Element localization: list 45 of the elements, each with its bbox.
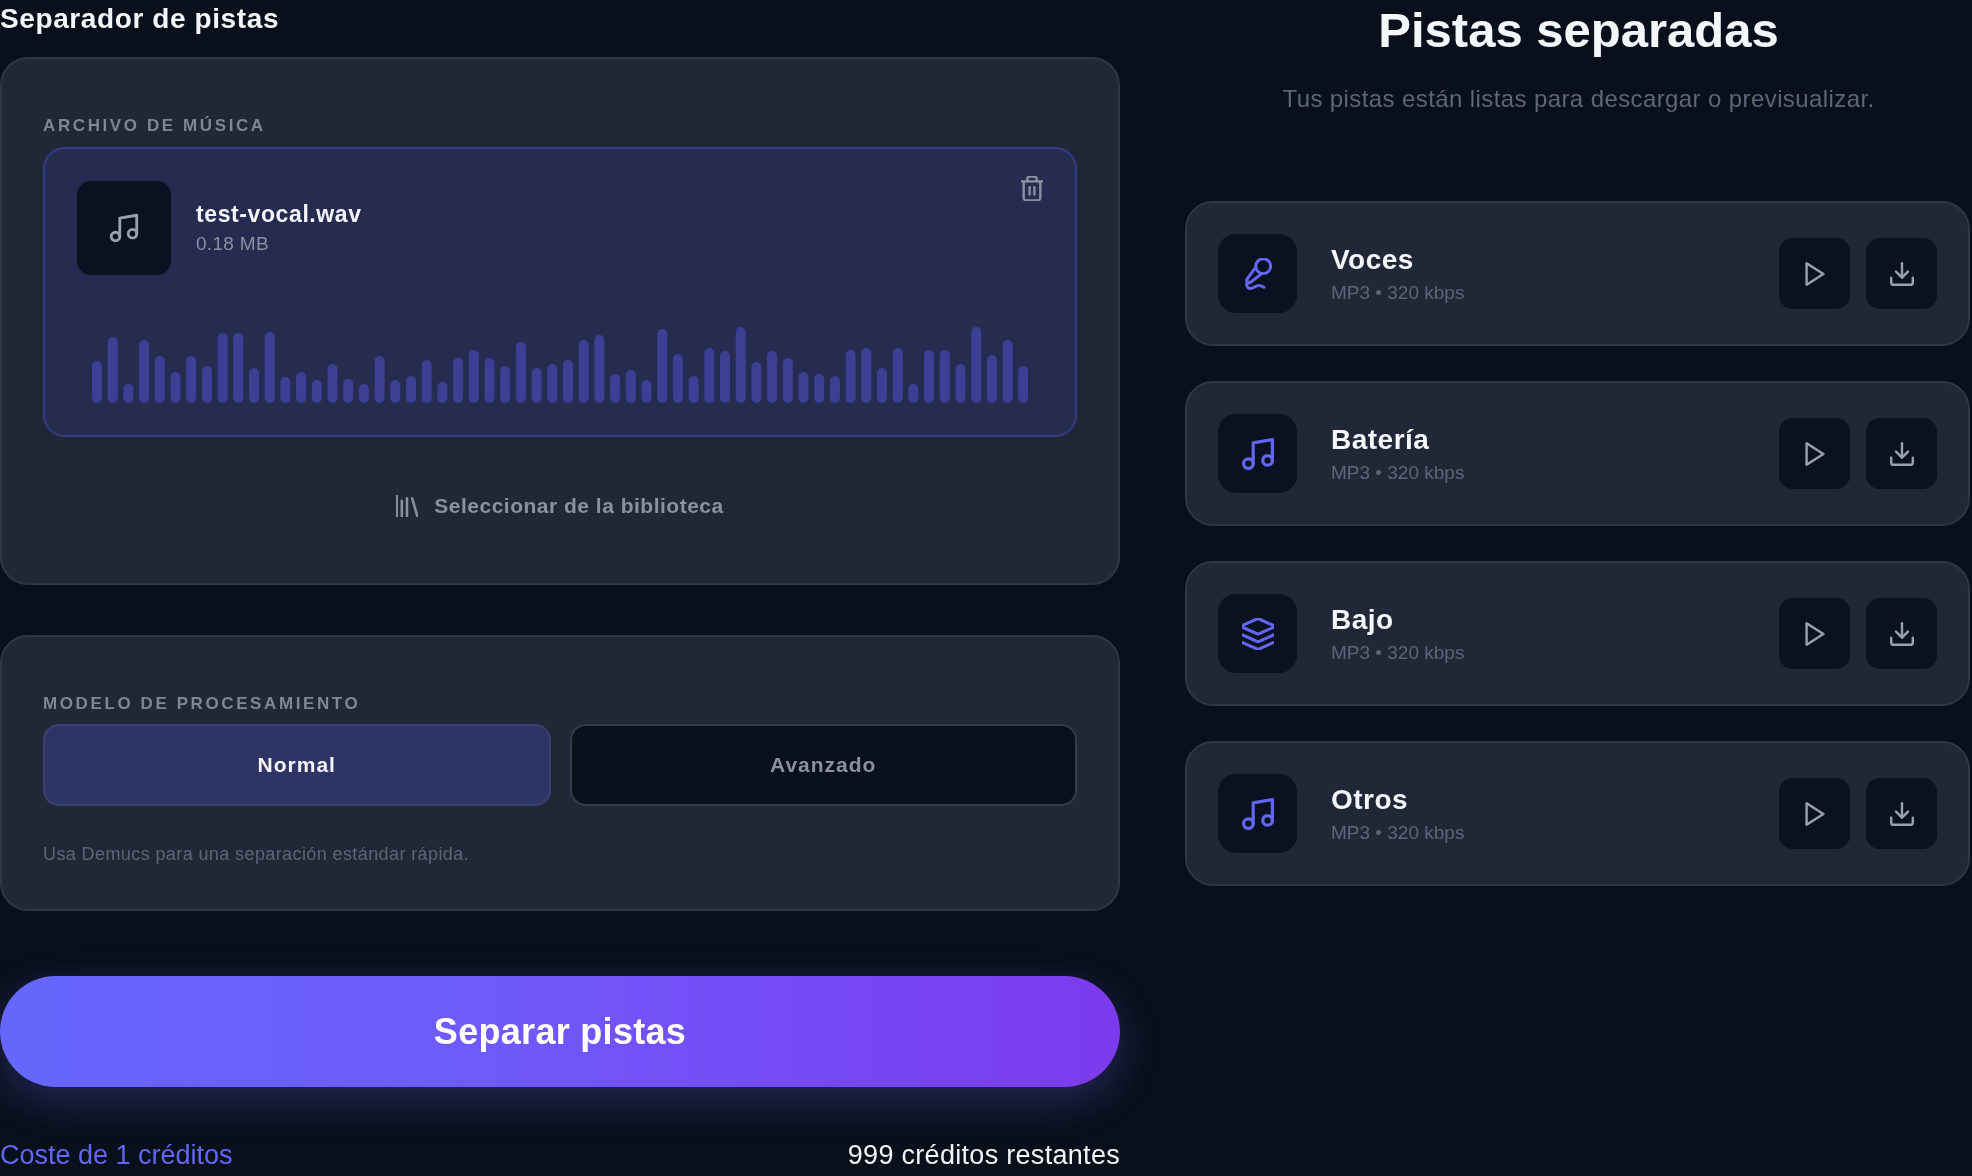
library-icon xyxy=(396,495,419,517)
download-icon xyxy=(1889,441,1914,466)
trash-icon[interactable] xyxy=(1021,176,1043,201)
track-name: Batería xyxy=(1331,422,1431,457)
layers-icon xyxy=(1218,594,1297,673)
download-button[interactable] xyxy=(1866,238,1937,309)
download-button[interactable] xyxy=(1866,778,1937,849)
track-name: Voces xyxy=(1331,242,1415,277)
play-button[interactable] xyxy=(1779,238,1850,309)
play-button[interactable] xyxy=(1779,598,1850,669)
play-icon xyxy=(1802,261,1827,286)
download-button[interactable] xyxy=(1866,598,1937,669)
play-button[interactable] xyxy=(1779,418,1850,489)
results-subtitle: Tus pistas están listas para descargar o previsualizar. xyxy=(1281,84,1876,114)
music-note-icon xyxy=(1218,774,1297,853)
track-format: MP3 • 320 kbps xyxy=(1331,820,1466,845)
play-button[interactable] xyxy=(1779,778,1850,849)
model-hint: Usa Demucs para una separación estándar rápida. xyxy=(43,844,471,864)
results-title: Pistas separadas xyxy=(1377,2,1780,59)
model-option[interactable]: Avanzado xyxy=(569,724,1077,806)
library-button[interactable]: Seleccionar de la biblioteca xyxy=(396,486,724,526)
track-format: MP3 • 320 kbps xyxy=(1331,460,1466,485)
model-option[interactable]: Normal xyxy=(43,724,551,806)
track-name: Bajo xyxy=(1331,602,1395,637)
music-note-icon xyxy=(77,181,171,275)
download-icon xyxy=(1889,261,1914,286)
cost-text: Coste de 1 créditos xyxy=(0,1139,233,1171)
credits-remaining: 999 créditos restantes xyxy=(847,1139,1120,1171)
play-icon xyxy=(1802,441,1827,466)
play-icon xyxy=(1802,621,1827,646)
file-size: 0.18 MB xyxy=(196,232,270,256)
section-label: MODELO DE PROCESAMIENTO xyxy=(43,694,362,714)
separate-button[interactable]: Separar pistas xyxy=(0,976,1120,1087)
download-icon xyxy=(1889,801,1914,826)
track-name: Otros xyxy=(1331,782,1410,817)
play-icon xyxy=(1802,801,1827,826)
download-icon xyxy=(1889,621,1914,646)
file-name: test-vocal.wav xyxy=(196,200,363,228)
track-format: MP3 • 320 kbps xyxy=(1331,640,1466,665)
page-title: Separador de pistas xyxy=(0,2,281,36)
download-button[interactable] xyxy=(1866,418,1937,489)
section-label: ARCHIVO DE MÚSICA xyxy=(43,116,267,136)
music-note-icon xyxy=(1218,414,1297,493)
microphone-icon xyxy=(1218,234,1297,313)
track-format: MP3 • 320 kbps xyxy=(1331,280,1466,305)
